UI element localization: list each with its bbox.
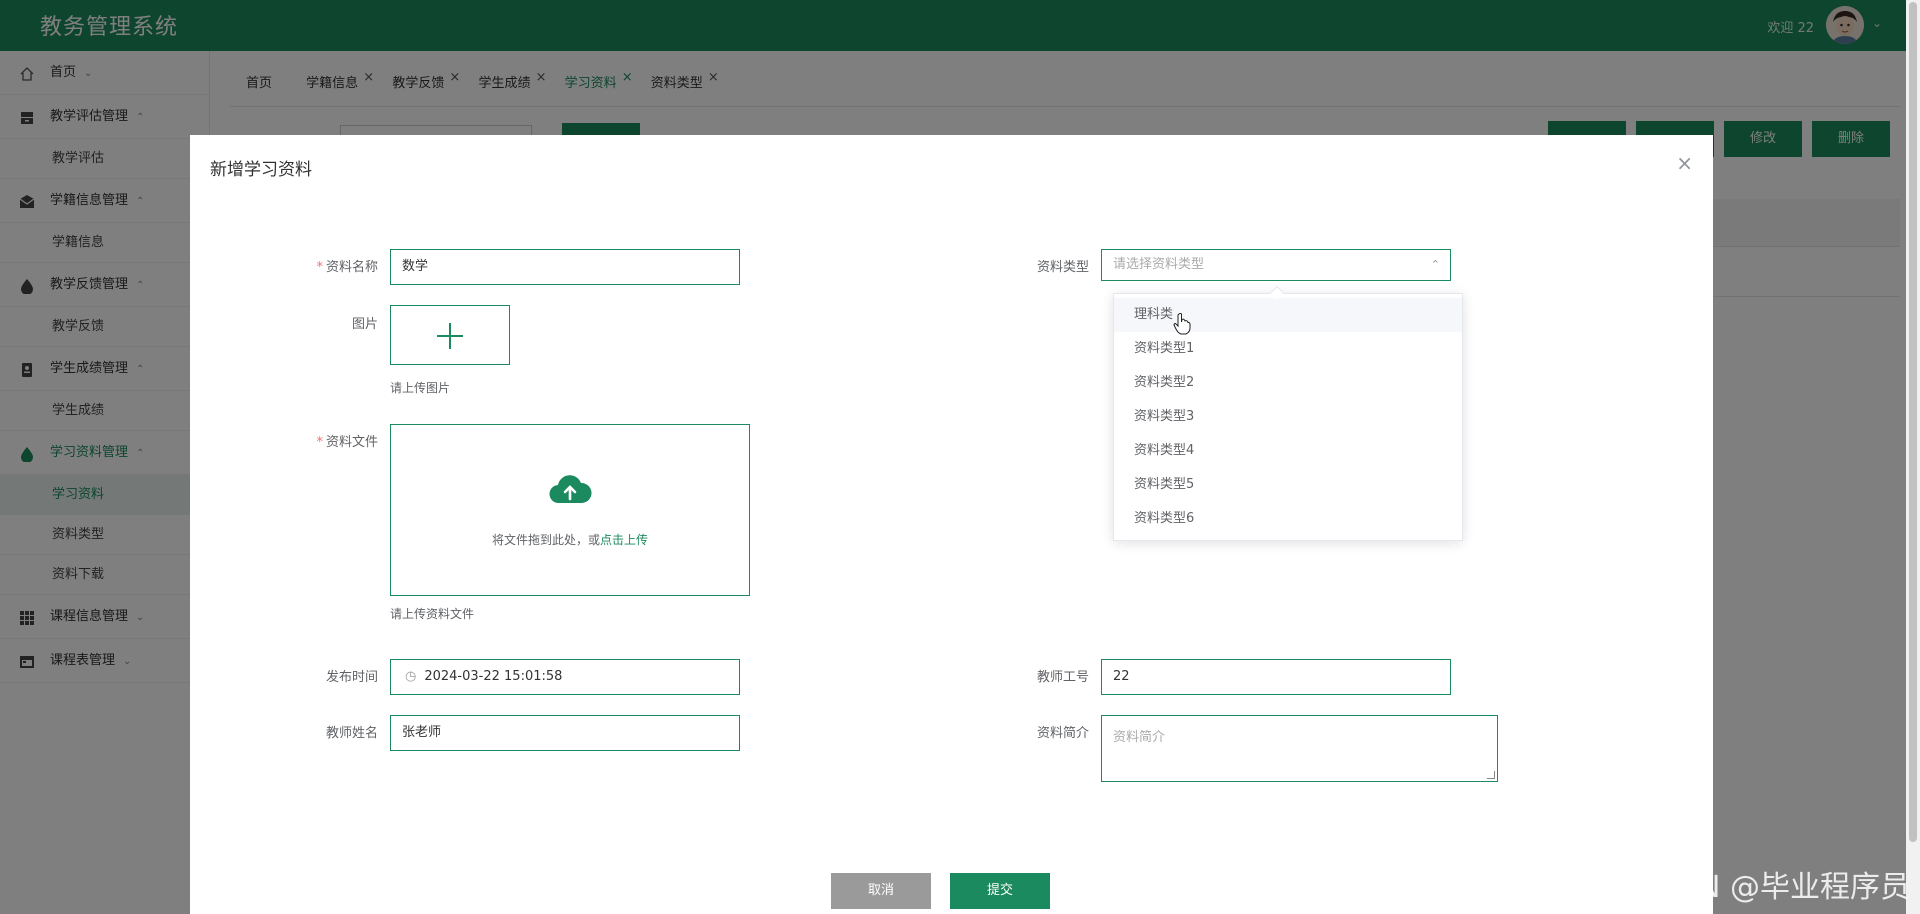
name-label-text: 资料名称 (325, 260, 378, 275)
teacher-id-label: 教师工号 (1036, 670, 1089, 685)
teacher-name-label: 教师姓名 (325, 726, 378, 741)
required-mark: * (316, 435, 323, 450)
dropdown-option[interactable]: 资料类型3 (1114, 400, 1462, 434)
chevron-up-icon: ⌃ (1430, 258, 1440, 271)
dropdown-option[interactable]: 资料类型6 (1114, 502, 1462, 536)
required-mark: * (316, 260, 323, 275)
plus-icon-stroke (449, 323, 451, 349)
dropdown-option[interactable]: 资料类型2 (1114, 366, 1462, 400)
cancel-button[interactable]: 取消 (831, 873, 931, 909)
cloud-upload-icon (549, 475, 592, 504)
image-upload[interactable] (390, 305, 510, 365)
material-type-select[interactable]: 请选择资料类型 ⌃ (1101, 249, 1451, 281)
publish-time-value: 2024-03-22 15:01:58 (424, 669, 563, 684)
close-icon[interactable]: × (1676, 153, 1693, 173)
watermark: CSDN @毕业程序员 (1634, 870, 1910, 905)
publish-time-label: 发布时间 (325, 670, 378, 685)
image-label: 图片 (351, 317, 378, 332)
dialog-title: 新增学习资料 (210, 160, 312, 180)
file-label-text: 资料文件 (325, 435, 378, 450)
scrollbar[interactable] (1906, 0, 1920, 914)
dropzone-text: 将文件拖到此处，或点击上传 (391, 531, 749, 548)
intro-textarea[interactable]: 资料简介 (1101, 715, 1498, 782)
dropdown-option[interactable]: 资料类型4 (1114, 434, 1462, 468)
dropdown-option[interactable]: 资料类型5 (1114, 468, 1462, 502)
dropdown-option[interactable]: 资料类型1 (1114, 332, 1462, 366)
material-name-input[interactable]: 数学 (390, 249, 740, 285)
material-type-dropdown: 理科类 资料类型1 资料类型2 资料类型3 资料类型4 资料类型5 资料类型6 (1113, 285, 1463, 541)
file-hint: 请上传资料文件 (390, 607, 475, 621)
dropzone-instruction: 将文件拖到此处，或 (491, 533, 600, 547)
click-upload-link[interactable]: 点击上传 (600, 533, 648, 547)
dropdown-option[interactable]: 理科类 (1114, 298, 1462, 332)
teacher-id-input[interactable]: 22 (1101, 659, 1451, 695)
teacher-name-input[interactable]: 张老师 (390, 715, 740, 751)
type-label: 资料类型 (1036, 260, 1089, 275)
file-label: * 资料文件 (278, 431, 378, 450)
file-upload-dropzone[interactable]: 将文件拖到此处，或点击上传 (390, 424, 750, 596)
add-material-dialog: 新增学习资料 × * 资料名称 数学 图片 请上传图片 * 资料文件 将文件拖到此处… (190, 135, 1713, 914)
select-placeholder: 请选择资料类型 (1113, 257, 1205, 272)
scrollbar-thumb[interactable] (1909, 2, 1917, 842)
submit-button[interactable]: 提交 (950, 873, 1050, 909)
hand-cursor-icon (1173, 313, 1191, 335)
intro-label: 资料简介 (1036, 726, 1089, 741)
clock-icon: ◷ (405, 669, 417, 684)
image-hint: 请上传图片 (390, 381, 451, 395)
publish-time-picker[interactable]: ◷ 2024-03-22 15:01:58 (390, 659, 740, 695)
name-label: * 资料名称 (278, 256, 378, 275)
textarea-placeholder: 资料简介 (1113, 730, 1166, 745)
resize-handle[interactable] (1487, 771, 1495, 779)
